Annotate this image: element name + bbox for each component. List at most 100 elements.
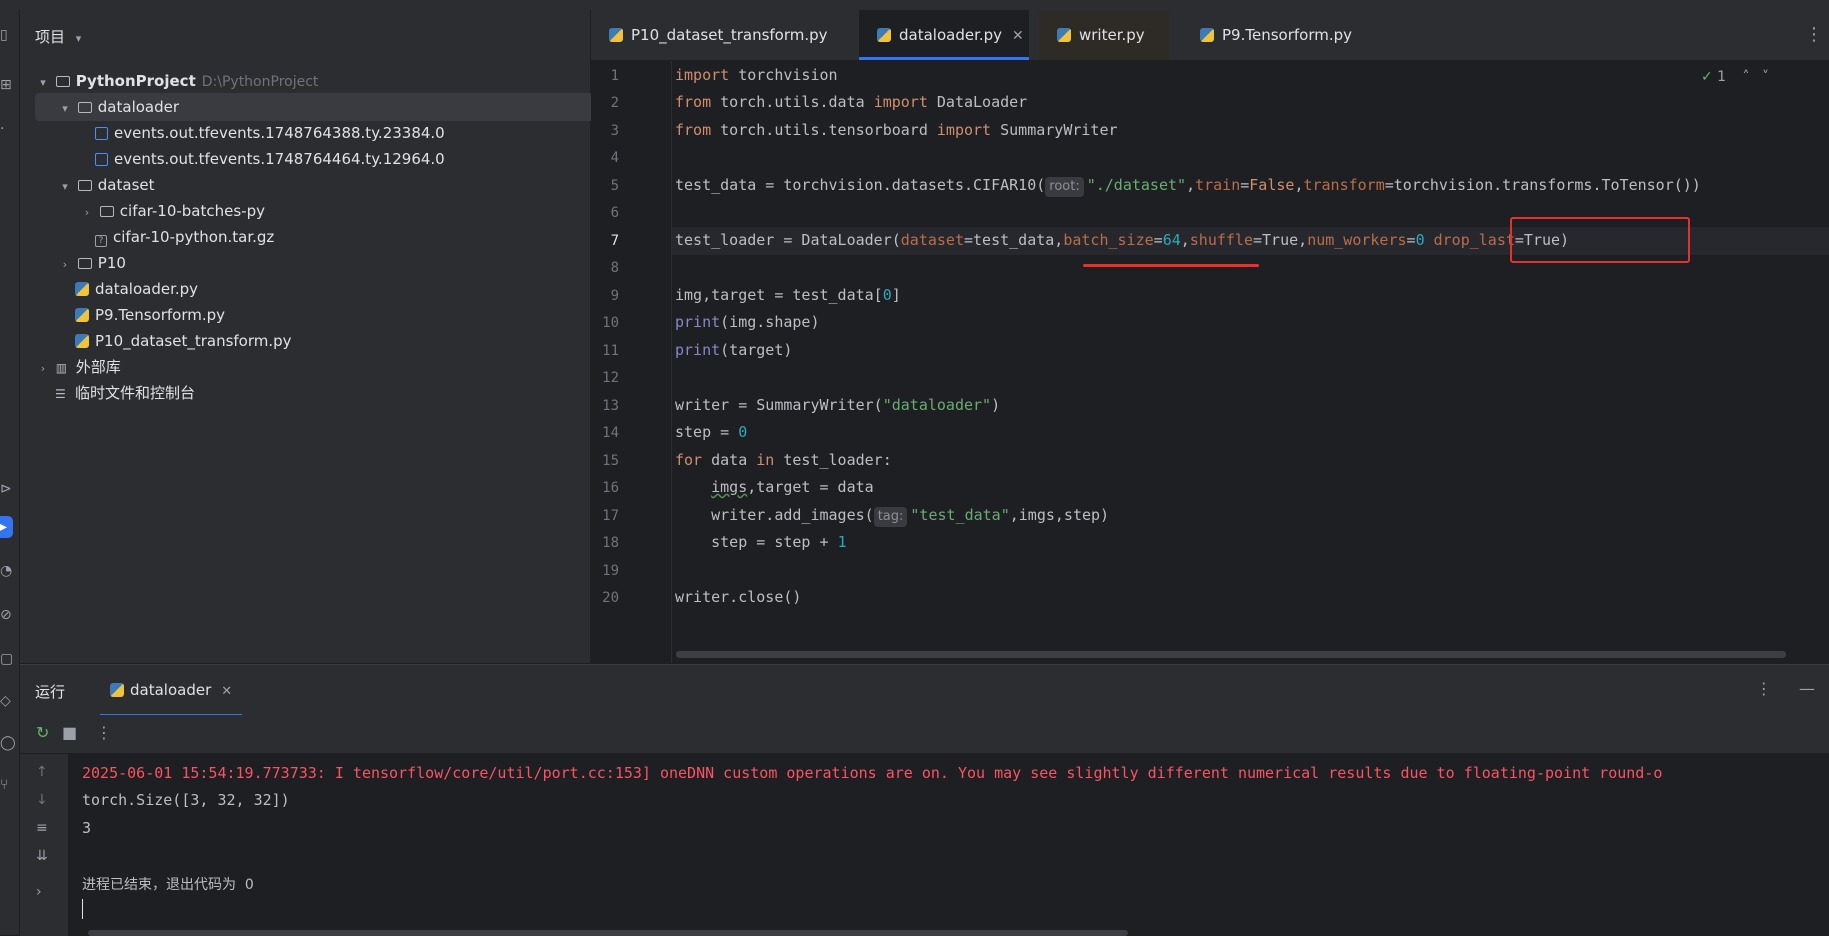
warning-token: imgs (711, 478, 748, 496)
tab-p9-tensorform[interactable]: P9.Tensorform.py (1182, 10, 1372, 60)
tab-dataloader[interactable]: dataloader.py ✕ (859, 10, 1029, 60)
close-icon[interactable]: ✕ (221, 684, 232, 699)
line-number-gutter: 1 2 3 4 5 6 7 8 9 10 11 12 13 14 15 16 1… (591, 61, 672, 663)
tab-label: writer.py (1079, 26, 1145, 44)
code-token: = (1240, 176, 1250, 194)
close-icon[interactable]: ✕ (1012, 28, 1024, 44)
python-file-icon (75, 282, 89, 296)
tree-item-p9-tensorform-py[interactable]: P9.Tensorform.py (35, 301, 595, 329)
run-tab-label: dataloader (130, 681, 212, 699)
tree-item-dataloader-folder[interactable]: ▾ dataloader (35, 93, 595, 121)
annotation-box (1510, 217, 1690, 263)
python-packages-icon[interactable]: ⊳ (0, 478, 19, 500)
tree-item-external-libraries[interactable]: › ▥ 外部库 (35, 353, 595, 381)
minimize-icon[interactable]: — (1799, 679, 1815, 698)
soft-wrap-icon[interactable]: ≡ (36, 820, 48, 836)
console-horizontal-scrollbar[interactable] (88, 930, 1128, 936)
tree-item-p10-folder[interactable]: › P10 (35, 249, 595, 277)
chevron-down-icon[interactable]: ˅ (1762, 69, 1769, 85)
tree-item-dataset-folder[interactable]: ▾ dataset (35, 171, 595, 199)
number-token: 1 (837, 533, 847, 551)
run-actions: ⋮ — (1756, 679, 1815, 698)
left-tool-bar: ▯ ⊞ · ⊳ ▸ ◔ ⊘ ▢ ◇ ◯ ⑂ (0, 10, 20, 935)
project-panel-header[interactable]: 项目 ▾ (35, 26, 81, 47)
tree-root-pythonproject[interactable]: ▾ PythonProject D:\PythonProject (35, 67, 595, 95)
line-number: 10 (602, 315, 619, 331)
code-token: torch.utils.tensorboard (711, 121, 937, 139)
terminal-tool-icon[interactable]: ▢ (0, 648, 19, 670)
services-tool-icon[interactable]: ◇ (0, 690, 19, 712)
tree-item-label: events.out.tfevents.1748764388.ty.23384.… (114, 124, 445, 142)
editor-horizontal-scrollbar[interactable] (676, 651, 1786, 658)
folder-icon (55, 76, 70, 87)
python-console-icon[interactable]: ◔ (0, 560, 19, 582)
arrow-down-icon[interactable]: ↓ (36, 792, 48, 808)
problems-tool-icon[interactable]: ⊘ (0, 604, 19, 626)
code-token: , (1180, 231, 1190, 249)
code-token: =True, (1253, 231, 1308, 249)
tree-item-tfevents-2[interactable]: events.out.tfevents.1748764464.ty.12964.… (35, 145, 595, 173)
git-tool-icon[interactable]: ⑂ (0, 774, 19, 796)
tree-item-dataloader-py[interactable]: dataloader.py (35, 275, 595, 303)
keyword-token: from (675, 121, 712, 139)
code-token: DataLoader (927, 93, 1028, 111)
tree-item-label: P10 (97, 254, 126, 272)
python-file-icon (609, 28, 623, 42)
code-line-9: img,target = test_data[0] (675, 286, 901, 304)
line-number: 13 (602, 398, 619, 414)
line-number: 11 (602, 343, 619, 359)
inspection-widget[interactable]: ✓ 1 ˄ ˅ (1701, 69, 1769, 85)
code-editor[interactable]: ✓ 1 ˄ ˅ 1 2 3 4 5 6 7 8 9 10 11 12 13 14… (591, 61, 1829, 663)
tab-writer[interactable]: writer.py (1039, 10, 1169, 60)
more-vertical-icon[interactable]: ⋮ (1756, 679, 1772, 698)
chevron-up-icon[interactable]: ˄ (1743, 69, 1750, 85)
code-line-15: for data in test_loader: (675, 451, 892, 469)
todo-tool-icon[interactable]: ◯ (0, 732, 19, 754)
scroll-to-end-icon[interactable]: ⇊ (36, 848, 48, 864)
code-token: writer.close() (675, 588, 802, 606)
param-hint-root: root: (1045, 177, 1084, 197)
console-output-line: 3 (82, 819, 92, 837)
tree-item-cifar-tar[interactable]: ? cifar-10-python.tar.gz (35, 223, 595, 251)
check-icon: ✓ (1700, 69, 1713, 85)
run-side-toolbar: ↑ ↓ ≡ ⇊ › (20, 754, 69, 936)
project-tool-icon[interactable]: ▯ (0, 24, 19, 46)
more-tools-icon[interactable]: · (0, 118, 19, 140)
tensorboard-file-icon (95, 153, 108, 166)
line-number: 15 (602, 453, 619, 469)
tree-item-p10-dataset-transform-py[interactable]: P10_dataset_transform.py (35, 327, 595, 355)
tree-item-cifar-batches-folder[interactable]: › cifar-10-batches-py (35, 197, 595, 225)
console-output-line: torch.Size([3, 32, 32]) (82, 791, 290, 809)
run-toolbar: ↻ ■ ⋮ (20, 715, 1829, 754)
run-tab-dataloader[interactable]: dataloader ✕ (100, 665, 243, 717)
param-token: train (1195, 176, 1241, 194)
more-vertical-icon[interactable]: ⋮ (96, 723, 112, 742)
tree-item-label: dataset (97, 176, 155, 194)
code-token: =test_data, (964, 231, 1064, 249)
tab-p10-dataset-transform[interactable]: P10_dataset_transform.py (591, 10, 856, 60)
tree-item-label: P9.Tensorform.py (95, 306, 226, 324)
tree-item-tfevents-1[interactable]: events.out.tfevents.1748764388.ty.23384.… (35, 119, 595, 147)
rerun-icon[interactable]: ↻ (36, 723, 49, 742)
chevron-right-icon[interactable]: › (36, 884, 42, 900)
arrow-up-icon[interactable]: ↑ (36, 764, 48, 780)
code-token: = (1153, 231, 1163, 249)
code-line-3: from torch.utils.tensorboard import Summ… (675, 121, 1118, 139)
tree-item-label: cifar-10-python.tar.gz (113, 228, 275, 246)
keyword-token: from (675, 93, 712, 111)
stop-icon[interactable]: ■ (62, 723, 77, 742)
structure-tool-icon[interactable]: ⊞ (0, 74, 19, 96)
builtin-token: print (675, 341, 721, 359)
code-line-5: test_data = torchvision.datasets.CIFAR10… (675, 176, 1701, 197)
tree-item-label: 临时文件和控制台 (75, 384, 196, 402)
code-token: img,target = test_data[ (675, 286, 883, 304)
code-token: = (1406, 231, 1416, 249)
code-token: ) (991, 396, 1001, 414)
run-tool-icon[interactable]: ▸ (0, 516, 13, 538)
tree-item-scratches-consoles[interactable]: ☰ 临时文件和控制台 (35, 379, 595, 407)
editor-tab-bar: P10_dataset_transform.py dataloader.py ✕ … (591, 10, 1829, 61)
code-line-10: print(img.shape) (675, 313, 820, 331)
more-vertical-icon[interactable]: ⋮ (1805, 24, 1823, 45)
